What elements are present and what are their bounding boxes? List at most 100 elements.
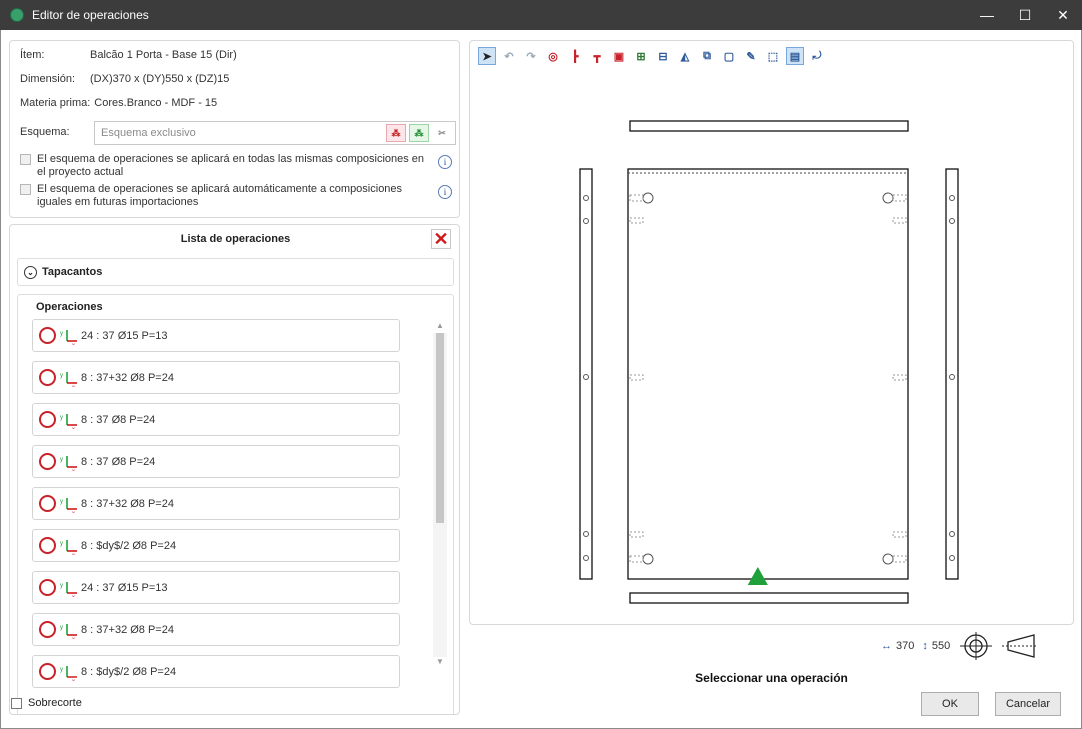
axes-left-down-icon: yx xyxy=(60,581,77,597)
svg-text:x: x xyxy=(72,637,75,639)
drawing-toolbar: ➤ ↶ ↷ ◎ ┣ ┳ ▣ ⊞ ⊟ ◭ ⧉ ▢ ✎ ⬚ ▤ ⤾ xyxy=(478,47,830,65)
schema-add-icon[interactable]: ⁂ xyxy=(409,124,429,142)
width-value: 370 xyxy=(896,640,915,652)
sobrecorte-option[interactable]: Sobrecorte xyxy=(11,697,82,709)
scroll-up-icon[interactable]: ▲ xyxy=(433,321,447,333)
section-tapacantos[interactable]: ⌄ Tapacantos xyxy=(17,258,454,286)
outline-icon[interactable]: ⬚ xyxy=(764,47,782,65)
svg-text:x: x xyxy=(72,427,75,429)
drill-circle-icon xyxy=(39,495,56,512)
hinge-marks xyxy=(629,194,907,563)
rotate-icon[interactable]: ⤾ xyxy=(808,47,826,65)
drill-circle-icon xyxy=(39,369,56,386)
perspective-view-icon[interactable] xyxy=(1000,632,1040,660)
operation-item[interactable]: yx8 : 37+32 Ø8 P=24 xyxy=(32,361,400,394)
add-pocket-icon[interactable]: ▣ xyxy=(610,47,628,65)
item-label: Ítem: xyxy=(20,49,45,61)
svg-text:x: x xyxy=(72,469,75,471)
svg-text:x: x xyxy=(72,595,75,597)
apply-import-checkbox[interactable] xyxy=(20,184,31,195)
svg-text:x: x xyxy=(72,511,75,513)
svg-text:x: x xyxy=(72,553,75,555)
svg-text:y: y xyxy=(60,667,63,673)
add-horizontal-cut-icon[interactable]: ┳ xyxy=(588,47,606,65)
title-bar: Editor de operaciones — ☐ ✕ xyxy=(0,0,1082,30)
hole-circle xyxy=(882,192,894,204)
operation-item[interactable]: yx8 : $dy$/2 Ø8 P=24 xyxy=(32,529,400,562)
info-icon[interactable]: i xyxy=(438,185,452,199)
add-vertical-cut-icon[interactable]: ┣ xyxy=(566,47,584,65)
axes-right-down-icon: yx xyxy=(60,455,77,471)
material-label: Materia prima: xyxy=(20,97,91,109)
delete-operations-button[interactable]: ✕ xyxy=(431,229,451,249)
height-arrow-icon: ↕ xyxy=(922,640,928,652)
drill-circle-icon xyxy=(39,327,56,344)
schema-unlink-icon[interactable]: ✂ xyxy=(432,124,452,142)
redo-icon[interactable]: ↷ xyxy=(522,47,540,65)
crosshair-icon[interactable] xyxy=(958,632,994,660)
svg-text:y: y xyxy=(60,373,63,379)
axes-left-up-icon: yx xyxy=(60,371,77,387)
svg-text:y: y xyxy=(60,541,63,547)
operation-label: 24 : 37 Ø15 P=13 xyxy=(81,581,168,594)
window-title: Editor de operaciones xyxy=(32,8,149,22)
bottom-edge-strip xyxy=(629,592,909,604)
measure-icon[interactable]: ✎ xyxy=(742,47,760,65)
drill-circle-icon xyxy=(39,621,56,638)
scroll-down-icon[interactable]: ▼ xyxy=(433,657,447,669)
view-toggle-icon[interactable]: ▤ xyxy=(786,47,804,65)
app-logo-icon xyxy=(10,8,24,22)
operations-scrollbar[interactable]: ▲ ▼ xyxy=(433,321,447,669)
operation-label: 8 : 37+32 Ø8 P=24 xyxy=(81,497,174,510)
operation-item[interactable]: yx 24 : 37 Ø15 P=13 xyxy=(32,571,400,604)
close-window-button[interactable]: ✕ xyxy=(1044,0,1082,30)
operation-item[interactable]: yx8 : 37 Ø8 P=24 xyxy=(32,403,400,436)
maximize-button[interactable]: ☐ xyxy=(1006,0,1044,30)
svg-text:x: x xyxy=(72,343,75,345)
dialog-body: Ítem: Balcão 1 Porta - Base 15 (Dir) Dim… xyxy=(0,30,1082,729)
operation-label: 24 : 37 Ø15 P=13 xyxy=(81,329,168,342)
mirror-icon[interactable]: ◭ xyxy=(676,47,694,65)
apply-project-checkbox[interactable] xyxy=(20,154,31,165)
add-drill-icon[interactable]: ◎ xyxy=(544,47,562,65)
add-pattern-icon[interactable]: ⊞ xyxy=(632,47,650,65)
hole-circle xyxy=(882,553,894,565)
operation-item[interactable]: yx8 : 37 Ø8 P=24 xyxy=(32,445,400,478)
top-edge-strip xyxy=(629,120,909,132)
material-value: Cores.Branco - MDF - 15 xyxy=(94,97,218,109)
dimension-value: (DX)370 x (DY)550 x (DZ)15 xyxy=(90,73,230,85)
select-tool-icon[interactable]: ➤ xyxy=(478,47,496,65)
operation-item[interactable]: yx 8 : 37+32 Ø8 P=24 xyxy=(32,487,400,520)
schema-label: Esquema: xyxy=(20,126,70,138)
axes-left-up-icon: yx xyxy=(60,665,77,681)
scroll-track[interactable] xyxy=(433,333,447,657)
schema-input[interactable]: Esquema exclusivo ⁂ ⁂ ✂ xyxy=(94,121,456,145)
apply-project-text: El esquema de operaciones se aplicará en… xyxy=(37,153,425,178)
svg-text:y: y xyxy=(60,625,63,631)
undo-icon[interactable]: ↶ xyxy=(500,47,518,65)
sobrecorte-checkbox[interactable] xyxy=(11,697,22,709)
operation-item[interactable]: yx8 : $dy$/2 Ø8 P=24 xyxy=(32,655,400,688)
minimize-button[interactable]: — xyxy=(968,0,1006,30)
hole-circle xyxy=(642,192,654,204)
operation-item[interactable]: yx24 : 37 Ø15 P=13 xyxy=(32,319,400,352)
svg-text:y: y xyxy=(60,331,63,337)
dimension-status: ↔ 370 ↕ 550 xyxy=(881,632,1040,660)
add-rect-icon[interactable]: ⧉ xyxy=(698,47,716,65)
scroll-thumb[interactable] xyxy=(436,333,444,523)
axes-left-down-icon: yx xyxy=(60,413,77,429)
axes-up-right-icon: yx xyxy=(60,329,77,345)
ok-button[interactable]: OK xyxy=(921,692,979,716)
frame-icon[interactable]: ▢ xyxy=(720,47,738,65)
info-icon[interactable]: i xyxy=(438,155,452,169)
axes-left-down-icon: yx xyxy=(60,497,77,513)
schema-remove-icon[interactable]: ⁂ xyxy=(386,124,406,142)
operations-list: yx24 : 37 Ø15 P=13yx8 : 37+32 Ø8 P=24yx8… xyxy=(32,319,400,697)
drawing-panel[interactable]: ➤ ↶ ↷ ◎ ┣ ┳ ▣ ⊞ ⊟ ◭ ⧉ ▢ ✎ ⬚ ▤ ⤾ xyxy=(469,40,1074,625)
operations-group-title: Operaciones xyxy=(36,301,103,313)
add-series-icon[interactable]: ⊟ xyxy=(654,47,672,65)
operation-item[interactable]: yx8 : 37+32 Ø8 P=24 xyxy=(32,613,400,646)
drill-circle-icon xyxy=(39,579,56,596)
cancel-button[interactable]: Cancelar xyxy=(995,692,1061,716)
dimension-label: Dimensión: xyxy=(20,73,76,85)
